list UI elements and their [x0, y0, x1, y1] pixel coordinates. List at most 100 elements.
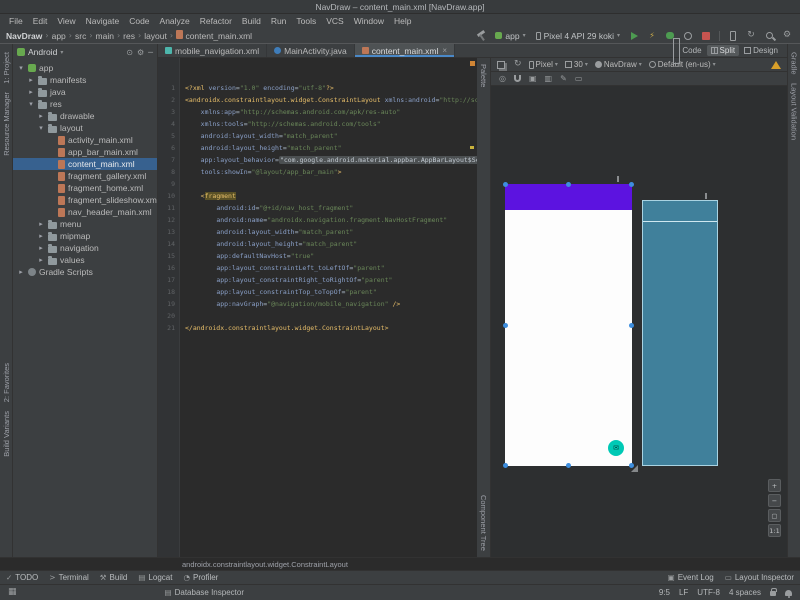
menu-item-build[interactable]: Build — [237, 16, 266, 26]
settings-button[interactable]: ⚙ — [780, 29, 794, 43]
tree-item-mipmap[interactable]: ▸mipmap — [13, 230, 157, 242]
constraint-handle[interactable] — [629, 323, 634, 328]
line-separator[interactable]: LF — [679, 588, 688, 597]
breadcrumb-item[interactable]: res — [123, 31, 135, 41]
editor-tab-content-main-xml[interactable]: content_main.xml× — [355, 44, 455, 57]
menu-item-help[interactable]: Help — [389, 16, 416, 26]
zoom-actual-button[interactable]: 1:1 — [768, 524, 781, 537]
constraint-handle[interactable] — [503, 182, 508, 187]
breadcrumb-item[interactable]: NavDraw — [6, 31, 42, 41]
tool-stripe-button-resource-manager[interactable]: Resource Manager — [2, 92, 11, 156]
menu-item-vcs[interactable]: VCS — [321, 16, 348, 26]
device-manager-button[interactable] — [726, 29, 740, 43]
constraint-handle[interactable] — [503, 463, 508, 468]
tool-window-button-build[interactable]: ⚒Build — [100, 573, 128, 582]
design-locale-dropdown[interactable]: Default (en-us)▾ — [649, 60, 716, 69]
tool-windows-grid-icon[interactable]: ▦ — [8, 588, 17, 597]
breadcrumb-item[interactable]: app — [52, 31, 66, 41]
gear-icon[interactable]: ⚙ — [137, 48, 144, 57]
design-preview-phone[interactable]: ✉ — [505, 184, 632, 466]
tree-item-app[interactable]: ▾app — [13, 62, 157, 74]
fab-email-button[interactable]: ✉ — [608, 440, 624, 456]
component-tree-tab[interactable]: Component Tree — [479, 495, 488, 551]
menu-item-window[interactable]: Window — [349, 16, 389, 26]
indent-style[interactable]: 4 spaces — [729, 588, 761, 597]
margins-icon[interactable]: ▣ — [529, 75, 537, 83]
inspection-warning-marker[interactable] — [470, 61, 475, 66]
tree-item-manifests[interactable]: ▸manifests — [13, 74, 157, 86]
tool-window-button-todo[interactable]: ✓TODO — [6, 573, 38, 582]
tree-item-res[interactable]: ▾res — [13, 98, 157, 110]
breadcrumb-item[interactable]: layout — [144, 31, 167, 41]
search-everywhere-button[interactable] — [762, 29, 776, 43]
palette-tab[interactable]: Palette — [479, 64, 488, 87]
menu-item-file[interactable]: File — [4, 16, 28, 26]
breadcrumb-item[interactable]: src — [75, 31, 86, 41]
guidelines-icon[interactable]: ▥ — [545, 75, 553, 83]
warning-triangle-icon[interactable] — [771, 61, 781, 69]
orientation-icon[interactable]: ↻ — [514, 60, 522, 69]
run-button[interactable] — [627, 29, 641, 43]
close-icon[interactable]: × — [442, 46, 447, 55]
menu-item-refactor[interactable]: Refactor — [195, 16, 237, 26]
tree-item-app-bar-main-xml[interactable]: app_bar_main.xml — [13, 146, 157, 158]
code-editor[interactable]: 123456789101112131415161718192021 <?xml … — [158, 58, 477, 557]
tool-window-button-logcat[interactable]: ▤Logcat — [138, 573, 172, 582]
tree-item-layout[interactable]: ▾layout — [13, 122, 157, 134]
tree-item-drawable[interactable]: ▸drawable — [13, 110, 157, 122]
view-options-icon[interactable]: ◎ — [499, 75, 506, 83]
notifications-bell-icon[interactable] — [785, 590, 792, 596]
tool-stripe-button-2-favorites[interactable]: 2: Favorites — [2, 363, 11, 402]
tree-item-gradle-scripts[interactable]: ▸Gradle Scripts — [13, 266, 157, 278]
constraint-handle[interactable] — [566, 182, 571, 187]
menu-item-code[interactable]: Code — [124, 16, 154, 26]
tree-item-menu[interactable]: ▸menu — [13, 218, 157, 230]
file-encoding[interactable]: UTF-8 — [697, 588, 720, 597]
tree-item-java[interactable]: ▸java — [13, 86, 157, 98]
design-theme-dropdown[interactable]: NavDraw▾ — [595, 60, 642, 69]
menu-item-view[interactable]: View — [52, 16, 80, 26]
zoom-in-button[interactable]: + — [768, 479, 781, 492]
tree-item-fragment-gallery-xml[interactable]: fragment_gallery.xml — [13, 170, 157, 182]
sync-project-button[interactable]: ↻ — [744, 29, 758, 43]
scrollbar-warning-marker[interactable] — [470, 146, 474, 149]
run-configuration-dropdown[interactable]: app ▾ — [492, 31, 528, 41]
editor-tab-mainactivity-java[interactable]: MainActivity.java — [267, 44, 355, 57]
breadcrumb-item[interactable]: content_main.xml — [176, 30, 252, 41]
code-area[interactable]: <?xml version="1.0" encoding="utf-8"?><a… — [180, 58, 477, 557]
tree-item-fragment-home-xml[interactable]: fragment_home.xml — [13, 182, 157, 194]
database-inspector-button[interactable]: ▤ Database Inspector — [165, 588, 244, 597]
editor-breadcrumb[interactable]: androidx.constraintlayout.widget.Constra… — [182, 560, 348, 569]
design-canvas[interactable]: ✉ — [491, 86, 787, 557]
constraint-handle[interactable] — [503, 323, 508, 328]
tool-window-button-profi-ler[interactable]: ◔Profi̇ler — [183, 573, 218, 582]
resize-handle[interactable] — [631, 465, 638, 472]
tool-window-button-event-log[interactable]: ▣Event Log — [668, 573, 714, 582]
tree-item-fragment-slideshow-xml[interactable]: fragment_slideshow.xml — [13, 194, 157, 206]
tool-window-button-terminal[interactable]: >Terminal — [49, 573, 89, 582]
tool-stripe-button-gradle[interactable]: Gradle — [790, 52, 799, 75]
project-view-header[interactable]: Android ▾ ⊙ ⚙ ─ — [13, 44, 157, 60]
tool-window-button-layout-inspector[interactable]: ▭Layout Inspector — [725, 573, 794, 582]
zoom-out-button[interactable]: − — [768, 494, 781, 507]
menu-item-analyze[interactable]: Analyze — [155, 16, 195, 26]
constraint-handle[interactable] — [629, 182, 634, 187]
tool-stripe-button-layout-validation[interactable]: Layout Validation — [790, 83, 799, 140]
constraint-handle[interactable] — [566, 463, 571, 468]
ruler-icon[interactable]: ▭ — [575, 75, 583, 83]
tree-item-values[interactable]: ▸values — [13, 254, 157, 266]
apply-changes-button[interactable]: ⚡ — [645, 29, 659, 43]
tree-item-activity-main-xml[interactable]: activity_main.xml — [13, 134, 157, 146]
breadcrumb-item[interactable]: main — [96, 31, 114, 41]
tree-item-nav-header-main-xml[interactable]: nav_header_main.xml — [13, 206, 157, 218]
menu-item-navigate[interactable]: Navigate — [81, 16, 125, 26]
tool-stripe-button-1-project[interactable]: 1: Project — [2, 52, 11, 84]
device-selector-dropdown[interactable]: Pixel 4 API 29 koki ▾ — [533, 31, 623, 41]
menu-item-run[interactable]: Run — [266, 16, 292, 26]
mode-tab-design[interactable]: Design — [740, 45, 782, 56]
design-surface-icon[interactable] — [497, 61, 505, 69]
design-api-dropdown[interactable]: 30▾ — [565, 60, 588, 69]
caret-position[interactable]: 9:5 — [659, 588, 670, 597]
menu-item-edit[interactable]: Edit — [28, 16, 53, 26]
mode-tab-split[interactable]: Split — [707, 45, 740, 56]
